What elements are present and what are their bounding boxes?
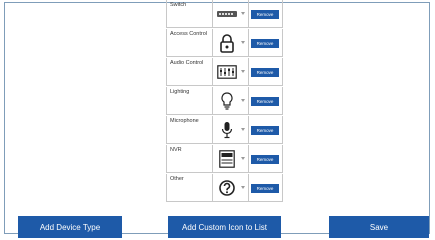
remove-button[interactable]: Remove [251, 97, 279, 106]
light-bulb-icon [216, 91, 238, 111]
action-cell: Remove [249, 116, 283, 144]
remove-button[interactable]: Remove [251, 39, 279, 48]
add-custom-icon-button[interactable]: Add Custom Icon to List [168, 216, 281, 238]
device-name-cell: Lighting [166, 87, 213, 115]
icon-select[interactable] [213, 0, 249, 28]
network-switch-icon [216, 4, 238, 24]
icon-select[interactable] [213, 87, 249, 115]
nvr-recorder-icon [216, 149, 238, 169]
question-mark-icon [216, 178, 238, 198]
chevron-down-icon[interactable] [241, 12, 245, 15]
chevron-down-icon[interactable] [241, 41, 245, 44]
action-cell: Remove [249, 58, 283, 86]
action-cell: Remove [249, 87, 283, 115]
device-name-cell: Switch [166, 0, 213, 28]
device-name-cell: Other [166, 174, 213, 202]
action-cell: Remove [249, 0, 283, 28]
action-cell: Remove [249, 29, 283, 57]
remove-button[interactable]: Remove [251, 10, 279, 19]
table-row: Other Remove [166, 174, 283, 203]
audio-mixer-icon [216, 62, 238, 82]
device-name-cell: Microphone [166, 116, 213, 144]
table-row: Microphone Remove [166, 116, 283, 145]
icon-select[interactable] [213, 29, 249, 57]
remove-button[interactable]: Remove [251, 126, 279, 135]
table-row: Switch Remove [166, 0, 283, 29]
save-button[interactable]: Save [329, 216, 429, 238]
table-row: Audio Control Remove [166, 58, 283, 87]
microphone-icon [216, 120, 238, 140]
action-cell: Remove [249, 174, 283, 202]
add-device-type-button[interactable]: Add Device Type [18, 216, 122, 238]
remove-button[interactable]: Remove [251, 155, 279, 164]
table-row: Access Control Remove [166, 29, 283, 58]
icon-select[interactable] [213, 116, 249, 144]
table-row: NVR Remove [166, 145, 283, 174]
remove-button[interactable]: Remove [251, 68, 279, 77]
chevron-down-icon[interactable] [241, 186, 245, 189]
table-row: Lighting Remove [166, 87, 283, 116]
chevron-down-icon[interactable] [241, 157, 245, 160]
device-name-cell: NVR [166, 145, 213, 173]
icon-select[interactable] [213, 174, 249, 202]
chevron-down-icon[interactable] [241, 70, 245, 73]
icon-select[interactable] [213, 58, 249, 86]
chevron-down-icon[interactable] [241, 128, 245, 131]
remove-button[interactable]: Remove [251, 184, 279, 193]
padlock-icon [216, 33, 238, 53]
chevron-down-icon[interactable] [241, 99, 245, 102]
action-cell: Remove [249, 145, 283, 173]
device-name-cell: Access Control [166, 29, 213, 57]
device-name-cell: Audio Control [166, 58, 213, 86]
icon-select[interactable] [213, 145, 249, 173]
